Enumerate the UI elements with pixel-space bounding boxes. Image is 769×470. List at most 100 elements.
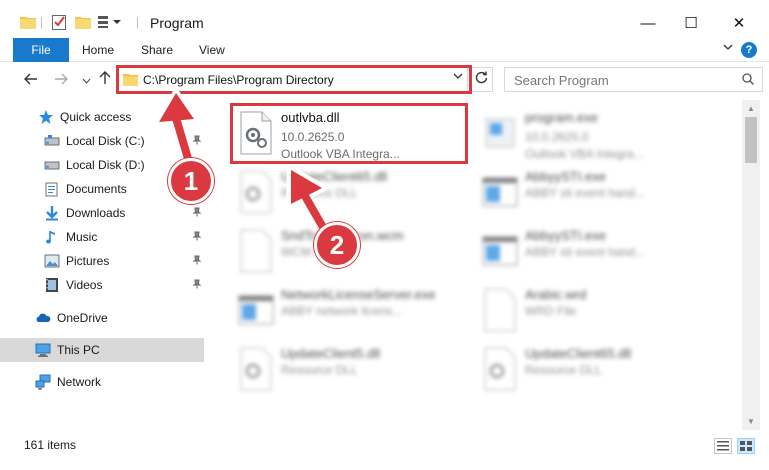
tab-view[interactable]: View: [199, 38, 225, 62]
document-file-icon: [240, 229, 272, 273]
file-name: NetworkLicenseServer.exe: [281, 287, 436, 302]
forward-button[interactable]: [51, 70, 71, 92]
file-description: Outlook VBA Integra...: [525, 147, 644, 161]
refresh-icon: [475, 71, 488, 84]
window-file-icon: [238, 295, 274, 325]
sidebar-item-onedrive[interactable]: OneDrive: [0, 306, 204, 330]
file-name: program.exe: [525, 110, 598, 125]
sidebar-item-label: Quick access: [60, 110, 132, 124]
sidebar-item-label: Music: [66, 230, 98, 244]
pin-icon[interactable]: [192, 135, 202, 145]
tab-share[interactable]: Share: [141, 38, 173, 62]
exe-file-icon: [485, 118, 515, 148]
window-file-icon: [482, 236, 518, 266]
cloud-icon: [36, 313, 51, 322]
sidebar-item-downloads[interactable]: Downloads: [0, 201, 204, 225]
pin-icon[interactable]: [192, 255, 202, 265]
up-button[interactable]: [95, 70, 115, 92]
customize-toolbar-icon[interactable]: [98, 13, 122, 31]
back-button[interactable]: [21, 70, 41, 92]
download-icon: [46, 206, 58, 221]
window-file-icon: [482, 177, 518, 207]
sidebar-item-label: Documents: [66, 182, 127, 196]
sidebar-item-videos[interactable]: Videos: [0, 273, 204, 297]
recent-locations-button[interactable]: [76, 70, 96, 92]
chevron-down-icon[interactable]: [723, 43, 733, 54]
drive-icon: [44, 161, 60, 170]
file-item-abbyysti[interactable]: AbbyySTI.exe ABBY sti event hand...: [477, 164, 712, 222]
separator: |: [40, 15, 44, 29]
file-item-abbyysti-2[interactable]: AbbyySTI.exe ABBY sti event hand...: [477, 223, 712, 281]
dll-file-icon: [240, 170, 272, 214]
search-input[interactable]: Search Program: [514, 73, 609, 88]
maximize-button[interactable]: ☐: [668, 8, 714, 38]
minimize-button[interactable]: —: [625, 8, 671, 38]
new-folder-icon[interactable]: [75, 13, 91, 31]
tab-home[interactable]: Home: [82, 38, 114, 62]
details-view-icon: [717, 441, 729, 451]
close-button[interactable]: ✕: [716, 8, 762, 38]
refresh-button[interactable]: [470, 67, 493, 92]
search-icon: [742, 73, 754, 85]
computer-icon: [35, 343, 51, 357]
properties-icon[interactable]: [52, 13, 67, 31]
scroll-down-icon[interactable]: ▼: [742, 413, 760, 430]
window-title: Program: [150, 15, 204, 31]
file-description: ABBY sti event hand...: [525, 186, 645, 200]
file-description: Resource DLL: [525, 363, 602, 377]
sidebar-item-quick-access[interactable]: Quick access: [0, 105, 204, 129]
file-name: AbbyySTI.exe: [525, 169, 606, 184]
file-description: Resource DLL: [281, 186, 358, 200]
search-box[interactable]: Search Program: [504, 67, 763, 92]
file-name: AbbyySTI.exe: [525, 228, 606, 243]
vertical-scrollbar[interactable]: ▲ ▼: [742, 100, 760, 430]
file-name: Arabic.wrd: [525, 287, 587, 302]
dll-file-icon: [484, 347, 516, 391]
scroll-up-icon[interactable]: ▲: [742, 100, 760, 117]
sidebar-item-this-pc[interactable]: This PC: [0, 338, 204, 362]
ribbon: File Home Share View ?: [0, 38, 769, 62]
separator: |: [136, 15, 140, 29]
file-description: ABBY network licens...: [281, 304, 403, 318]
videos-icon: [46, 278, 58, 292]
star-icon: [39, 110, 53, 124]
tab-file[interactable]: File: [13, 38, 69, 62]
music-icon: [46, 231, 55, 244]
pin-icon[interactable]: [192, 231, 202, 241]
documents-icon: [45, 182, 58, 197]
sidebar-item-music[interactable]: Music: [0, 225, 204, 249]
drive-icon: [44, 135, 60, 146]
document-file-icon: [484, 288, 516, 332]
file-item-updateclient65-2[interactable]: UpdateClient65.dll Resource DLL: [477, 341, 712, 399]
sidebar-item-label: This PC: [57, 343, 100, 357]
file-highlight: [230, 103, 468, 164]
file-item-program-exe[interactable]: program.exe 10.0.2625.0 Outlook VBA Inte…: [477, 105, 712, 163]
sidebar-item-pictures[interactable]: Pictures: [0, 249, 204, 273]
navigation-pane: Quick access Local Disk (C:) Local Disk …: [0, 100, 210, 430]
file-name: UpdateClient65.dll: [281, 169, 388, 184]
folder-icon: [20, 13, 36, 31]
sidebar-item-local-disk-c[interactable]: Local Disk (C:): [0, 129, 204, 153]
pin-icon[interactable]: [192, 279, 202, 289]
file-item-networklicenseserver[interactable]: NetworkLicenseServer.exe ABBY network li…: [233, 282, 468, 340]
sidebar-item-label: OneDrive: [57, 311, 108, 325]
details-view-button[interactable]: [714, 438, 732, 454]
scroll-thumb[interactable]: [745, 117, 757, 163]
sidebar-item-network[interactable]: Network: [0, 370, 204, 394]
help-button[interactable]: ?: [741, 42, 757, 58]
file-item-updateclient65[interactable]: UpdateClient65.dll Resource DLL: [233, 164, 468, 222]
file-description: Resource DLL: [281, 363, 358, 377]
pictures-icon: [44, 254, 60, 268]
sidebar-item-label: Downloads: [66, 206, 126, 220]
tiles-view-icon: [740, 441, 752, 451]
pin-icon[interactable]: [192, 207, 202, 217]
tiles-view-button[interactable]: [737, 438, 755, 454]
file-item-arabic[interactable]: Arabic.wrd WRD File: [477, 282, 712, 340]
file-name: UpdateClient5.dll: [281, 346, 381, 361]
file-version: 10.0.2625.0: [525, 130, 589, 144]
step-2-badge: 2: [314, 222, 360, 268]
file-description: WRD File: [525, 304, 577, 318]
network-icon: [35, 374, 51, 390]
file-item-updateclient5[interactable]: UpdateClient5.dll Resource DLL: [233, 341, 468, 399]
address-bar-highlight: [116, 65, 472, 94]
